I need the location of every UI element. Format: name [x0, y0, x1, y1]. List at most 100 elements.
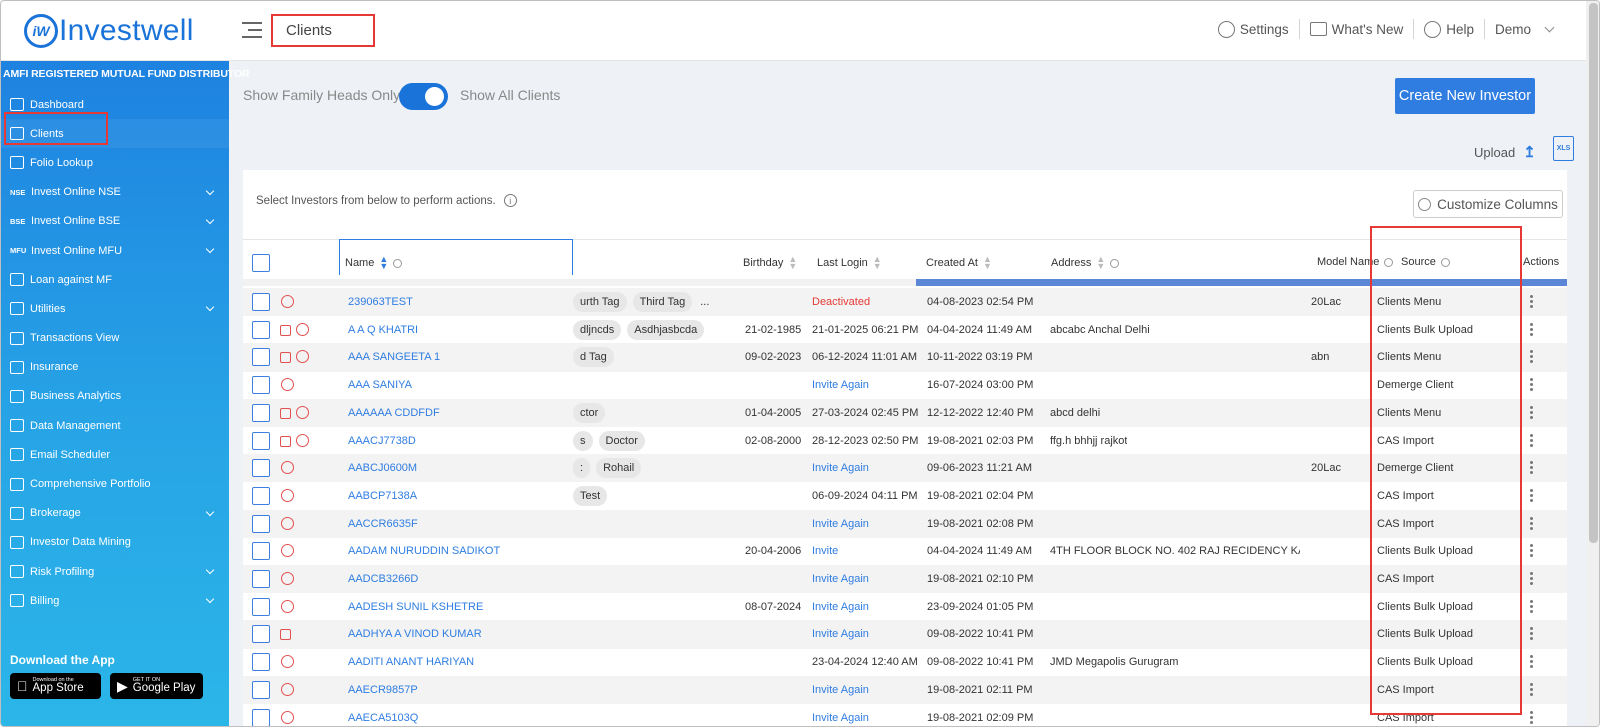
settings-link[interactable]: Settings	[1208, 19, 1300, 39]
table-row[interactable]: AAACJ7738D s Doctor 02-08-2000 28-12-2023 02…	[243, 427, 1567, 455]
kebab-menu-icon[interactable]	[1530, 682, 1533, 698]
kebab-menu-icon[interactable]	[1530, 461, 1533, 476]
sort-icon[interactable]: ▲ ▼	[788, 255, 797, 271]
row-checkbox[interactable]	[252, 708, 270, 726]
table-row[interactable]: AAAAAA CDDFDF ctor 01-04-2005 27-03-2024 02…	[243, 398, 1567, 427]
table-row[interactable]: AAECR9857P Invite Again 19-08-2021 02:11 P…	[243, 675, 1567, 704]
client-name-link[interactable]: A A Q KHATRI	[348, 324, 418, 336]
block-icon[interactable]	[281, 572, 294, 585]
sort-icon[interactable]: ▲ ▼	[379, 255, 388, 271]
sidebar-item-invest-online-nse[interactable]: NSE Invest Online NSE	[1, 178, 229, 207]
google-play-button[interactable]: ▶ GET IT ON Google Play	[110, 673, 203, 699]
last-login-cell[interactable]: Invite Again	[812, 684, 869, 696]
header-birthday[interactable]: Birthday ▲ ▼	[743, 255, 797, 271]
row-checkbox[interactable]	[252, 625, 270, 644]
user-menu[interactable]: Demo	[1485, 19, 1563, 39]
kebab-menu-icon[interactable]	[1530, 295, 1533, 310]
header-address[interactable]: Address ▲ ▼	[1051, 255, 1120, 271]
kebab-menu-icon[interactable]	[1530, 378, 1533, 393]
table-row[interactable]: AAECA5103Q Invite Again 19-08-2021 02:09 P…	[243, 704, 1567, 726]
sort-icon[interactable]: ▲ ▼	[1096, 255, 1105, 271]
vertical-scroll-thumb[interactable]	[1589, 3, 1598, 543]
upload-button[interactable]: Upload ↥	[1474, 143, 1536, 161]
block-icon[interactable]	[281, 295, 294, 308]
table-row[interactable]: AADHYA A VINOD KUMAR Invite Again 09-08-20…	[243, 620, 1567, 649]
table-row[interactable]: AACCR6635F Invite Again 19-08-2021 02:08 P…	[243, 509, 1567, 538]
search-icon[interactable]	[393, 258, 403, 268]
client-name-link[interactable]: AAECR9857P	[348, 684, 418, 696]
table-row[interactable]: AADITI ANANT HARIYAN 23-04-2024 12:40 AM 0…	[243, 648, 1567, 676]
kebab-menu-icon[interactable]	[1530, 572, 1533, 587]
table-row[interactable]: AADAM NURUDDIN SADIKOT 20-04-2006 Invite 04…	[243, 537, 1567, 565]
header-created-at[interactable]: Created At ▲ ▼	[926, 255, 992, 271]
block-icon[interactable]	[296, 322, 309, 336]
client-name-link[interactable]: AADHYA A VINOD KUMAR	[348, 628, 482, 640]
last-login-cell[interactable]: Invite Again	[812, 379, 869, 391]
row-checkbox[interactable]	[252, 376, 270, 395]
vertical-scrollbar[interactable]	[1586, 1, 1599, 726]
row-checkbox[interactable]	[252, 348, 270, 367]
client-name-link[interactable]: AAA SANGEETA 1	[348, 351, 440, 363]
kebab-menu-icon[interactable]	[1530, 599, 1533, 615]
row-checkbox[interactable]	[252, 570, 270, 588]
xls-download-icon[interactable]: XLS	[1553, 136, 1574, 161]
block-icon[interactable]	[281, 516, 294, 530]
client-name-link[interactable]: AADCB3266D	[348, 573, 418, 585]
kebab-menu-icon[interactable]	[1530, 322, 1533, 338]
sidebar-item-risk-profiling[interactable]: Risk Profiling	[1, 557, 229, 586]
last-login-cell[interactable]: Invite Again	[812, 518, 869, 530]
sidebar-item-folio-lookup[interactable]: Folio Lookup	[1, 148, 229, 177]
row-checkbox[interactable]	[252, 459, 270, 478]
sidebar-item-utilities[interactable]: Utilities	[1, 294, 229, 323]
block-icon[interactable]	[281, 461, 294, 475]
kebab-menu-icon[interactable]	[1530, 405, 1533, 421]
row-checkbox[interactable]	[252, 486, 270, 505]
table-row[interactable]: AADCB3266D Invite Again 19-08-2021 02:10 P…	[243, 565, 1567, 594]
block-icon[interactable]	[281, 682, 294, 696]
search-icon[interactable]	[1110, 258, 1120, 268]
client-name-link[interactable]: AACCR6635F	[348, 518, 418, 530]
kebab-menu-icon[interactable]	[1530, 710, 1533, 726]
sort-icon[interactable]: ▲ ▼	[983, 255, 992, 271]
table-row[interactable]: AADESH SUNIL KSHETRE 08-07-2024 Invite Aga…	[243, 593, 1567, 621]
kebab-menu-icon[interactable]	[1530, 655, 1533, 670]
block-icon[interactable]	[296, 405, 309, 419]
last-login-cell[interactable]: Invite	[812, 545, 838, 557]
menu-toggle-icon[interactable]	[242, 22, 262, 40]
whats-new-link[interactable]: What's New	[1300, 19, 1415, 39]
sidebar-item-comprehensive-portfolio[interactable]: Comprehensive Portfolio	[1, 469, 229, 498]
block-icon[interactable]	[296, 433, 309, 447]
sidebar-item-business-analytics[interactable]: Business Analytics	[1, 382, 229, 411]
client-name-link[interactable]: AAECA5103Q	[348, 712, 418, 724]
table-row[interactable]: AAA SANGEETA 1 d Tag 09-02-2023 06-12-2024 …	[243, 343, 1567, 372]
block-icon[interactable]	[281, 710, 294, 724]
sidebar-item-investor-data-mining[interactable]: Investor Data Mining	[1, 528, 229, 557]
header-name[interactable]: Name ▲ ▼	[345, 255, 403, 271]
client-name-link[interactable]: AADESH SUNIL KSHETRE	[348, 601, 483, 613]
client-name-link[interactable]: AAACJ7738D	[348, 435, 416, 447]
sidebar-item-brokerage[interactable]: Brokerage	[1, 499, 229, 528]
customize-columns-button[interactable]: Customize Columns	[1413, 190, 1563, 218]
info-icon[interactable]: i	[503, 194, 517, 207]
row-checkbox[interactable]	[252, 320, 270, 339]
last-login-cell[interactable]: Invite Again	[812, 628, 869, 640]
select-all-checkbox[interactable]	[252, 254, 270, 272]
client-name-link[interactable]: AABCJ0600M	[348, 462, 417, 474]
row-checkbox[interactable]	[252, 653, 270, 672]
row-checkbox[interactable]	[252, 403, 270, 422]
sidebar-item-billing[interactable]: Billing	[1, 586, 229, 615]
client-name-link[interactable]: AABCP7138A	[348, 490, 417, 502]
kebab-menu-icon[interactable]	[1530, 433, 1533, 449]
block-icon[interactable]	[281, 544, 294, 558]
last-login-cell[interactable]: Invite Again	[812, 601, 869, 613]
table-row[interactable]: AAA SANIYA Invite Again 16-07-2024 03:00 P…	[243, 371, 1567, 399]
block-icon[interactable]	[281, 655, 294, 669]
sidebar-item-loan-against-mf[interactable]: Loan against MF	[1, 265, 229, 294]
row-checkbox[interactable]	[252, 597, 270, 616]
last-login-cell[interactable]: Invite Again	[812, 573, 869, 585]
kebab-menu-icon[interactable]	[1530, 350, 1533, 365]
block-icon[interactable]	[281, 378, 294, 392]
help-link[interactable]: Help	[1414, 19, 1485, 39]
row-checkbox[interactable]	[252, 514, 270, 533]
kebab-menu-icon[interactable]	[1530, 488, 1533, 504]
